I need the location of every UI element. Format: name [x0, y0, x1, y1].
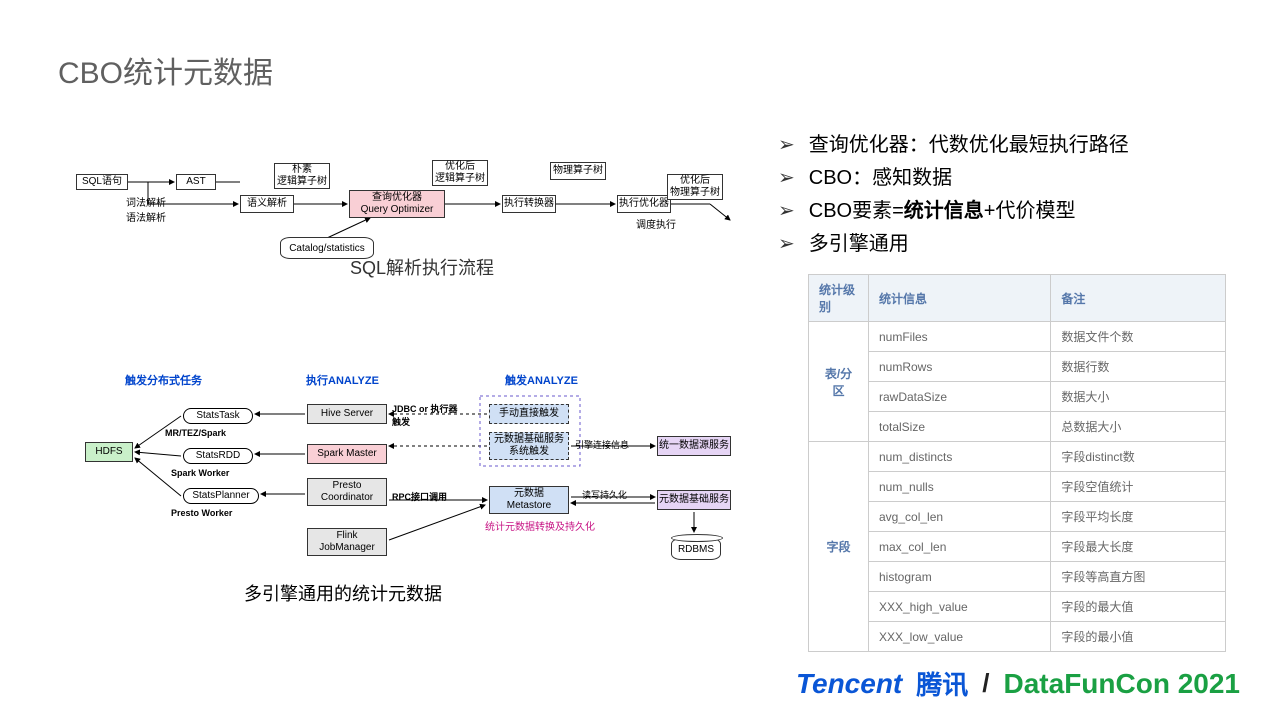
node-manual-trigger: 手动直接触发	[489, 404, 569, 424]
label-persist: 统计元数据转换及持久化	[485, 518, 595, 533]
node-semantic: 语义解析	[240, 195, 294, 213]
node-stats-task: StatsTask	[183, 408, 253, 424]
slide-title: CBO统计元数据	[58, 48, 273, 92]
node-meta-trigger: 元数据基础服务 系统触发	[489, 432, 569, 460]
table-row: num_nulls字段空值统计	[809, 472, 1226, 502]
node-query-optimizer: 查询优化器 Query Optimizer	[349, 190, 445, 218]
diagram2-caption: 多引擎通用的统计元数据	[244, 580, 442, 606]
table-row: totalSize总数据大小	[809, 412, 1226, 442]
table-row: max_col_len字段最大长度	[809, 532, 1226, 562]
node-stats-planner: StatsPlanner	[183, 488, 259, 504]
node-spark-master: Spark Master	[307, 444, 387, 464]
node-sql: SQL语句	[76, 174, 128, 190]
table-header: 统计级别	[809, 275, 869, 322]
node-rdbms: RDBMS	[671, 534, 721, 560]
header-exec-analyze: 执行ANALYZE	[306, 372, 379, 388]
label-presto-worker: Presto Worker	[171, 508, 232, 518]
header-dist-task: 触发分布式任务	[125, 372, 202, 388]
label-jdbc-trigger: JDBC or 执行器 触发	[392, 402, 484, 428]
label-lex-parse: 词法解析 语法解析	[126, 194, 166, 224]
slash: /	[982, 668, 989, 699]
node-unified-source: 统一数据源服务	[657, 436, 731, 456]
label-engine-conn: 引擎连接信息	[575, 438, 629, 451]
bullet-item: 查询优化器：代数优化最短执行路径	[778, 128, 1129, 157]
stats-table: 统计级别统计信息备注 表/分区numFiles数据文件个数numRows数据行数…	[808, 274, 1226, 652]
label-mr-tez-spark: MR/TEZ/Spark	[165, 428, 226, 438]
table-row: XXX_low_value字段的最小值	[809, 622, 1226, 652]
table-header: 备注	[1051, 275, 1226, 322]
multi-engine-diagram: 触发分布式任务 执行ANALYZE 触发ANALYZE 统计元数据转换及持久化 …	[85, 360, 705, 570]
node-exec-optimizer: 执行优化器	[617, 195, 671, 213]
bullet-item: CBO要素=统计信息+代价模型	[778, 194, 1129, 223]
table-row: avg_col_len字段平均长度	[809, 502, 1226, 532]
node-opt-logic-tree: 优化后 逻辑算子树	[432, 160, 488, 186]
label-schedule-exec: 调度执行	[636, 216, 676, 231]
datafuncon-logo: DataFunCon 2021	[1004, 668, 1241, 700]
table-row: rawDataSize数据大小	[809, 382, 1226, 412]
footer: Tencent 腾讯 / DataFunCon 2021	[796, 665, 1240, 702]
node-ast: AST	[176, 174, 216, 190]
table-row: numRows数据行数	[809, 352, 1226, 382]
table-row: histogram字段等高直方图	[809, 562, 1226, 592]
diagram1-caption: SQL解析执行流程	[350, 254, 494, 280]
table-row: 表/分区numFiles数据文件个数	[809, 322, 1226, 352]
node-naive-tree: 朴素 逻辑算子树	[274, 163, 330, 189]
label-rpc-call: RPC接口调用	[392, 490, 447, 503]
bullet-list: 查询优化器：代数优化最短执行路径 CBO：感知数据 CBO要素=统计信息+代价模型多…	[778, 128, 1129, 260]
label-spark-worker: Spark Worker	[171, 468, 229, 478]
node-exec-transformer: 执行转换器	[502, 195, 556, 213]
header-trigger-analyze: 触发ANALYZE	[505, 372, 578, 388]
node-hdfs: HDFS	[85, 442, 133, 462]
tencent-logo: Tencent	[796, 668, 902, 700]
node-opt-physical-tree: 优化后 物理算子树	[667, 174, 723, 200]
node-meta-base-service: 元数据基础服务	[657, 490, 731, 510]
node-presto-coordinator: Presto Coordinator	[307, 478, 387, 506]
node-stats-rdd: StatsRDD	[183, 448, 253, 464]
node-physical-tree: 物理算子树	[550, 162, 606, 180]
node-flink-jobmanager: Flink JobManager	[307, 528, 387, 556]
table-row: 字段num_distincts字段distinct数	[809, 442, 1226, 472]
tencent-cn-logo: 腾讯	[916, 665, 968, 702]
label-rw-persist: 读写持久化	[582, 488, 627, 501]
bullet-item: CBO：感知数据	[778, 161, 1129, 190]
table-header: 统计信息	[869, 275, 1051, 322]
node-hive-server: Hive Server	[307, 404, 387, 424]
bullet-item: 多引擎通用	[778, 227, 1129, 256]
table-row: XXX_high_value字段的最大值	[809, 592, 1226, 622]
node-metastore: 元数据 Metastore	[489, 486, 569, 514]
